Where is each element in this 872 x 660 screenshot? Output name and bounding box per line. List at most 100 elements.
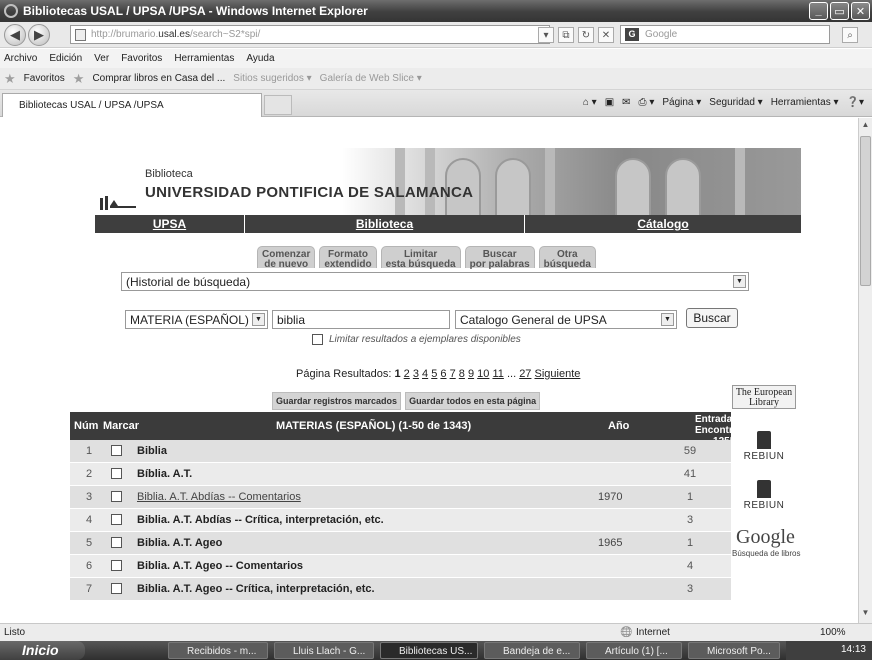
- home-icon[interactable]: ⌂ ▾: [583, 97, 597, 108]
- favorite-item-casa-del-libro[interactable]: Comprar libros en Casa del ...: [92, 73, 225, 84]
- page-link[interactable]: 3: [413, 368, 419, 380]
- menu-favoritos[interactable]: Favoritos: [121, 53, 162, 68]
- page-menu[interactable]: Página ▾: [662, 97, 701, 108]
- rebiun-link-2[interactable]: REBIUN: [734, 480, 794, 511]
- search-button[interactable]: Buscar: [686, 308, 738, 328]
- search-term-input[interactable]: biblia: [272, 310, 450, 329]
- new-tab-button[interactable]: [264, 95, 292, 115]
- start-button[interactable]: Inicio: [0, 641, 85, 660]
- row-mark-checkbox[interactable]: [111, 445, 122, 456]
- search-input[interactable]: G Google: [620, 25, 830, 44]
- search-history-select[interactable]: (Historial de búsqueda) ▼: [121, 272, 749, 291]
- subject-link[interactable]: Biblia. A.T. Ageo -- Comentarios: [137, 560, 303, 572]
- table-header: Núm Marcar MATERIAS (ESPAÑOL) (1-50 de 1…: [70, 412, 759, 447]
- menu-archivo[interactable]: Archivo: [4, 53, 37, 68]
- close-button[interactable]: ✕: [851, 2, 870, 20]
- row-count: 4: [686, 560, 694, 572]
- scroll-up-icon[interactable]: ▲: [860, 120, 871, 132]
- zoom-level[interactable]: 100%: [820, 627, 846, 638]
- save-marked-button[interactable]: Guardar registros marcados: [272, 392, 402, 410]
- help-icon[interactable]: ❓▾: [847, 97, 864, 108]
- row-number: 4: [85, 514, 93, 526]
- subject-link[interactable]: Biblia: [137, 445, 167, 457]
- task-bibliotecas[interactable]: Bibliotecas US...: [380, 642, 478, 659]
- maximize-button[interactable]: ▭: [830, 2, 849, 20]
- back-button[interactable]: ◀: [4, 24, 26, 46]
- favorites-button[interactable]: Favoritos: [24, 73, 65, 84]
- next-page-link[interactable]: Siguiente: [535, 368, 581, 380]
- save-all-button[interactable]: Guardar todos en esta página: [405, 392, 541, 410]
- menu-edicion[interactable]: Edición: [49, 53, 82, 68]
- minimize-button[interactable]: _: [809, 2, 828, 20]
- row-mark-checkbox[interactable]: [111, 468, 122, 479]
- upsa-logo-icon: [100, 196, 136, 210]
- compatibility-icon[interactable]: ⧉: [558, 27, 574, 43]
- tab-bibliotecas[interactable]: Bibliotecas USAL / UPSA /UPSA: [2, 93, 262, 117]
- print-icon[interactable]: ⎙ ▾: [639, 97, 655, 108]
- search-icon[interactable]: ⌕: [842, 27, 858, 43]
- page-link[interactable]: 9: [468, 368, 474, 380]
- address-dropdown-icon[interactable]: ▾: [538, 27, 554, 43]
- start-over-button[interactable]: Comenzar de nuevo: [257, 246, 316, 270]
- menu-ayuda[interactable]: Ayuda: [246, 53, 274, 68]
- security-menu[interactable]: Seguridad ▾: [709, 97, 762, 108]
- new-search-button[interactable]: Otra búsqueda: [538, 246, 596, 270]
- page-link[interactable]: 10: [477, 368, 489, 380]
- european-library-logo[interactable]: The European Library: [732, 385, 796, 409]
- subject-link[interactable]: Biblia. A.T. Ageo -- Crítica, interpreta…: [137, 583, 375, 595]
- col-num: Núm: [74, 420, 99, 432]
- navigation-bar: ◀ ▶ http://brumario.usal.es/search~S2*sp…: [0, 22, 872, 48]
- page-link[interactable]: 7: [450, 368, 456, 380]
- limit-available-checkbox[interactable]: [312, 334, 323, 345]
- subject-link[interactable]: Biblia. A.T. Ageo: [137, 537, 222, 549]
- task-articulo[interactable]: Artículo (1) [...: [586, 642, 682, 659]
- row-mark-checkbox[interactable]: [111, 514, 122, 525]
- mail-icon[interactable]: ✉: [622, 97, 630, 108]
- page-link[interactable]: 5: [431, 368, 437, 380]
- nav-upsa[interactable]: UPSA: [95, 215, 245, 233]
- page-link[interactable]: 6: [440, 368, 446, 380]
- page-link[interactable]: 2: [404, 368, 410, 380]
- subject-link[interactable]: Biblia. A.T. Abdías -- Crítica, interpre…: [137, 514, 384, 526]
- page-link[interactable]: 8: [459, 368, 465, 380]
- menu-herramientas[interactable]: Herramientas: [174, 53, 234, 68]
- rebiun-link-1[interactable]: REBIUN: [734, 431, 794, 462]
- row-mark-checkbox[interactable]: [111, 537, 122, 548]
- page-link[interactable]: 11: [492, 368, 503, 380]
- address-field[interactable]: http://brumario.usal.es/search~S2*spi/: [70, 25, 550, 44]
- task-bandeja[interactable]: Bandeja de e...: [484, 642, 580, 659]
- task-powerpoint[interactable]: Microsoft Po...: [688, 642, 780, 659]
- page-link-last[interactable]: 27: [519, 368, 531, 380]
- row-mark-checkbox[interactable]: [111, 583, 122, 594]
- refresh-icon[interactable]: ↻: [578, 27, 594, 43]
- nav-biblioteca[interactable]: Biblioteca: [245, 215, 525, 233]
- menu-ver[interactable]: Ver: [94, 53, 109, 68]
- scroll-thumb[interactable]: [860, 136, 871, 286]
- nav-catalogo[interactable]: Cátalogo: [525, 215, 801, 233]
- task-lluis-llach[interactable]: Lluis Llach - G...: [274, 642, 374, 659]
- google-books-logo[interactable]: Google: [736, 526, 795, 549]
- task-recibidos[interactable]: Recibidos - m...: [168, 642, 268, 659]
- url-prefix: http://brumario.: [91, 29, 159, 40]
- page-link[interactable]: 4: [422, 368, 428, 380]
- tools-menu[interactable]: Herramientas ▾: [771, 97, 839, 108]
- limit-search-button[interactable]: Limitar esta búsqueda: [380, 246, 461, 270]
- search-field-select[interactable]: MATERIA (ESPAÑOL) ▼: [125, 310, 268, 329]
- scroll-down-icon[interactable]: ▼: [860, 608, 871, 620]
- feeds-icon[interactable]: ▣: [605, 97, 614, 108]
- vertical-scrollbar[interactable]: ▲ ▼: [858, 118, 872, 623]
- subject-link[interactable]: Biblia. A.T. Abdías -- Comentarios: [137, 491, 301, 503]
- row-mark-checkbox[interactable]: [111, 560, 122, 571]
- keyword-search-button[interactable]: Buscar por palabras: [464, 246, 535, 270]
- stop-icon[interactable]: ✕: [598, 27, 614, 43]
- forward-button[interactable]: ▶: [28, 24, 50, 46]
- favorite-item-web-slice[interactable]: Galería de Web Slice ▾: [320, 73, 422, 84]
- row-mark-checkbox[interactable]: [111, 491, 122, 502]
- favorite-item-sitios-sugeridos[interactable]: Sitios sugeridos ▾: [233, 73, 311, 84]
- catalog-select[interactable]: Catalogo General de UPSA ▼: [455, 310, 677, 329]
- main-nav: UPSA Biblioteca Cátalogo: [95, 215, 801, 233]
- row-count: 3: [686, 583, 694, 595]
- subject-link[interactable]: Bíblia. A.T.: [137, 468, 192, 480]
- extended-format-button[interactable]: Formato extendido: [319, 246, 377, 270]
- add-favorite-icon[interactable]: ★: [73, 71, 85, 87]
